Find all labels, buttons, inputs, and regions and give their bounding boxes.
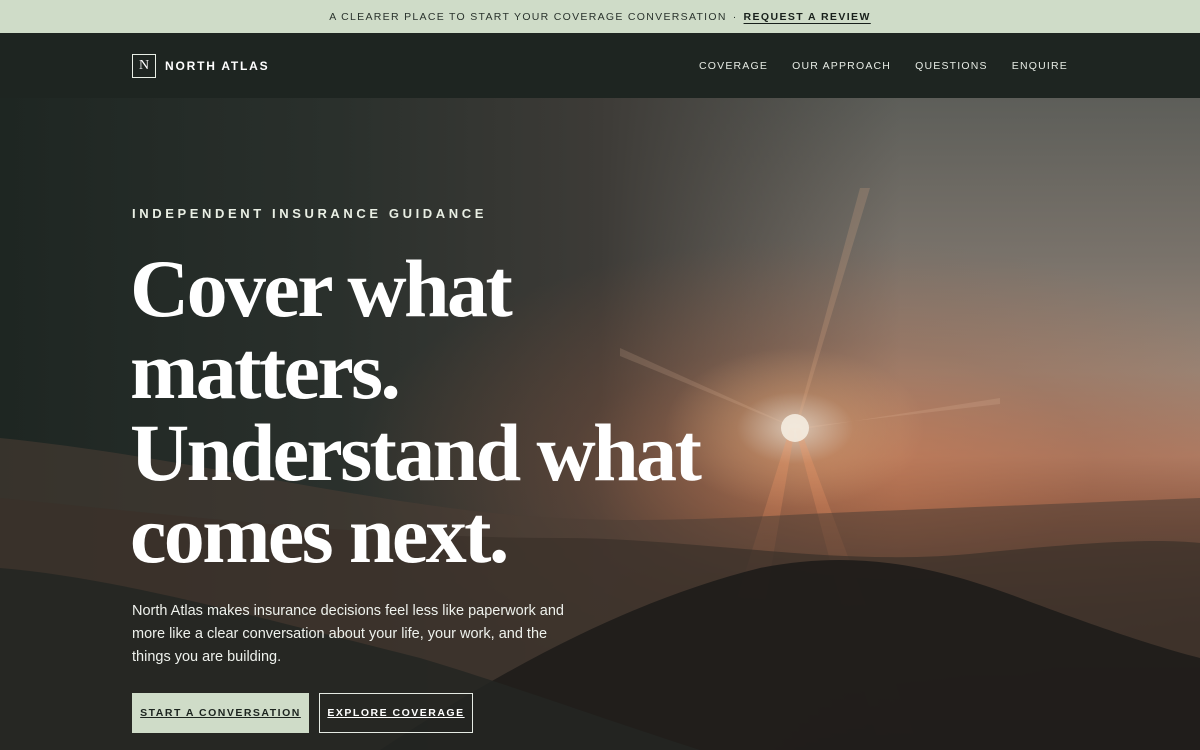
headline-line-4: comes next.: [130, 489, 509, 580]
nav-links: COVERAGE OUR APPROACH QUESTIONS ENQUIRE: [699, 60, 1068, 72]
banner-text: A CLEARER PLACE TO START YOUR COVERAGE C…: [329, 10, 727, 23]
explore-coverage-button[interactable]: EXPLORE COVERAGE: [319, 693, 473, 733]
brand-name: NORTH ATLAS: [165, 58, 270, 73]
brand-logo[interactable]: N NORTH ATLAS: [132, 53, 270, 78]
nav-link-enquire[interactable]: ENQUIRE: [1012, 60, 1068, 72]
logo-mark-icon: N: [132, 53, 156, 78]
top-navigation: N NORTH ATLAS COVERAGE OUR APPROACH QUES…: [0, 33, 1200, 98]
sun: [781, 414, 809, 442]
nav-link-coverage[interactable]: COVERAGE: [699, 60, 768, 72]
hero-section: INDEPENDENT INSURANCE GUIDANCE Cover wha…: [0, 98, 1200, 750]
nav-link-questions[interactable]: QUESTIONS: [915, 60, 988, 72]
hero-description: North Atlas makes insurance decisions fe…: [132, 603, 564, 665]
start-conversation-button[interactable]: START A CONVERSATION: [132, 693, 309, 733]
announcement-banner: A CLEARER PLACE TO START YOUR COVERAGE C…: [0, 0, 1200, 33]
nav-link-our-approach[interactable]: OUR APPROACH: [792, 60, 891, 72]
hero-headline: Cover what matters. Understand what come…: [130, 248, 770, 576]
headline-line-1: Cover what: [130, 243, 513, 334]
banner-separator: ·: [732, 10, 738, 23]
headline-line-2: matters.: [130, 325, 401, 416]
request-review-link[interactable]: REQUEST A REVIEW: [744, 11, 871, 23]
hero-eyebrow: INDEPENDENT INSURANCE GUIDANCE: [132, 206, 488, 221]
headline-line-3: Understand what: [130, 407, 702, 498]
